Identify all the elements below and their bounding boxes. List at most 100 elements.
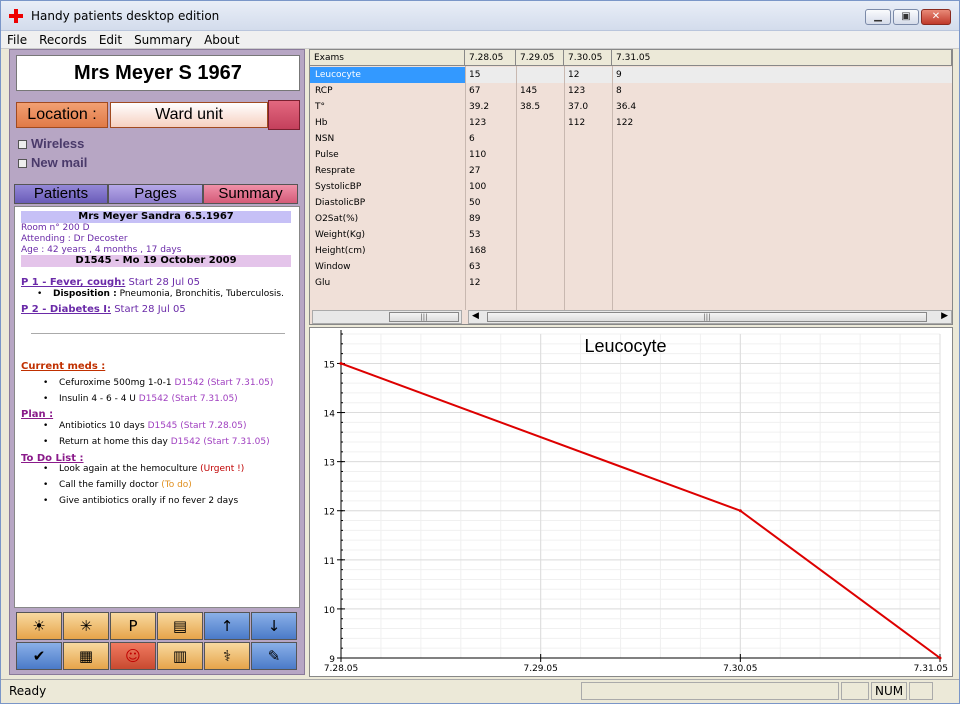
exam-value-cell[interactable] — [516, 115, 564, 131]
plan-item-2[interactable]: Return at home this day D1542 (Start 7.3… — [43, 437, 270, 448]
arrow-up-button[interactable]: ↑ — [204, 612, 250, 640]
exam-hscroll[interactable]: ||| — [312, 310, 462, 324]
exam-value-cell[interactable] — [564, 243, 612, 259]
date-column-header[interactable]: 7.31.05 — [612, 50, 952, 66]
exam-value-cell[interactable] — [516, 227, 564, 243]
exam-value-cell[interactable]: 89 — [465, 211, 516, 227]
menu-edit[interactable]: Edit — [93, 31, 128, 49]
menu-file[interactable]: File — [1, 31, 33, 49]
exam-value-cell[interactable]: 12 — [564, 67, 612, 83]
exam-value-cell[interactable] — [612, 227, 952, 243]
grid-button[interactable]: ▦ — [63, 642, 109, 670]
exam-value-cell[interactable] — [564, 163, 612, 179]
exam-value-cell[interactable]: 6 — [465, 131, 516, 147]
exam-value-cell[interactable] — [612, 147, 952, 163]
exam-value-cell[interactable] — [564, 227, 612, 243]
exam-value-cell[interactable]: 8 — [612, 83, 952, 99]
sun-button[interactable]: ☀ — [16, 612, 62, 640]
tab-summary[interactable]: Summary — [203, 184, 298, 204]
exam-row-label[interactable]: Hb — [310, 115, 465, 131]
family-button[interactable]: ▥ — [157, 642, 203, 670]
menu-records[interactable]: Records — [33, 31, 93, 49]
med-item-2[interactable]: Insulin 4 - 6 - 4 U D1542 (Start 7.31.05… — [43, 394, 238, 405]
tab-pages[interactable]: Pages — [108, 184, 203, 204]
exam-row-label[interactable]: Resprate — [310, 163, 465, 179]
plan-item-1[interactable]: Antibiotics 10 days D1545 (Start 7.28.05… — [43, 421, 246, 432]
exam-value-cell[interactable]: 112 — [564, 115, 612, 131]
exam-value-cell[interactable] — [564, 259, 612, 275]
date-column-header[interactable]: 7.29.05 — [516, 50, 564, 66]
wireless-checkbox[interactable]: Wireless — [18, 136, 84, 151]
location-button[interactable] — [268, 100, 300, 130]
exam-row-label[interactable]: Height(cm) — [310, 243, 465, 259]
exam-value-cell[interactable] — [516, 211, 564, 227]
tab-patients[interactable]: Patients — [14, 184, 108, 204]
exam-value-cell[interactable]: 53 — [465, 227, 516, 243]
exam-value-cell[interactable] — [516, 67, 564, 83]
values-hscroll[interactable]: ◀ ||| ▶ — [468, 310, 952, 324]
exam-value-cell[interactable] — [516, 195, 564, 211]
exam-value-cell[interactable] — [612, 259, 952, 275]
edit-button[interactable]: ✎ — [251, 642, 297, 670]
exam-row-label[interactable]: RCP — [310, 83, 465, 99]
exam-value-cell[interactable] — [564, 179, 612, 195]
exam-value-cell[interactable] — [516, 131, 564, 147]
exam-value-cell[interactable]: 36.4 — [612, 99, 952, 115]
exam-value-cell[interactable]: 38.5 — [516, 99, 564, 115]
checkmark-button[interactable]: ✔ — [16, 642, 62, 670]
exam-value-cell[interactable]: 63 — [465, 259, 516, 275]
exam-value-cell[interactable]: 100 — [465, 179, 516, 195]
exam-value-cell[interactable]: 50 — [465, 195, 516, 211]
todo-item-3[interactable]: Give antibiotics orally if no fever 2 da… — [43, 496, 238, 507]
exam-row-label[interactable]: SystolicBP — [310, 179, 465, 195]
arrow-down-button[interactable]: ↓ — [251, 612, 297, 640]
exam-value-cell[interactable] — [564, 211, 612, 227]
exam-value-cell[interactable]: 122 — [612, 115, 952, 131]
exam-row-label[interactable]: Weight(Kg) — [310, 227, 465, 243]
exam-value-cell[interactable]: 145 — [516, 83, 564, 99]
exam-value-cell[interactable] — [612, 243, 952, 259]
exam-value-cell[interactable] — [564, 131, 612, 147]
exam-value-cell[interactable]: 15 — [465, 67, 516, 83]
exam-value-cell[interactable]: 12 — [465, 275, 516, 291]
minimize-button[interactable]: ▁ — [865, 9, 891, 25]
scroll-left-icon[interactable]: ◀ — [472, 311, 479, 321]
exam-value-cell[interactable] — [564, 195, 612, 211]
exam-value-cell[interactable] — [612, 179, 952, 195]
exam-value-cell[interactable] — [612, 163, 952, 179]
exams-column-header[interactable]: Exams — [310, 50, 465, 66]
date-column-header[interactable]: 7.30.05 — [564, 50, 612, 66]
temperature-button[interactable]: ⚕ — [204, 642, 250, 670]
med-item-1[interactable]: Cefuroxime 500mg 1-0-1 D1542 (Start 7.31… — [43, 378, 273, 389]
exam-value-cell[interactable]: 110 — [465, 147, 516, 163]
person-button[interactable]: ☺ — [110, 642, 156, 670]
exam-row-label[interactable]: NSN — [310, 131, 465, 147]
exam-row-label[interactable]: Pulse — [310, 147, 465, 163]
parking-button[interactable]: P — [110, 612, 156, 640]
exam-value-cell[interactable]: 123 — [465, 115, 516, 131]
exam-value-cell[interactable] — [516, 163, 564, 179]
exam-value-cell[interactable] — [516, 259, 564, 275]
exam-value-cell[interactable] — [612, 195, 952, 211]
exam-value-cell[interactable]: 67 — [465, 83, 516, 99]
maximize-button[interactable]: ▣ — [893, 9, 919, 25]
exam-value-cell[interactable] — [516, 275, 564, 291]
exam-value-cell[interactable]: 9 — [612, 67, 952, 83]
exam-value-cell[interactable] — [516, 147, 564, 163]
exam-value-cell[interactable]: 39.2 — [465, 99, 516, 115]
exam-row-label[interactable]: Leucocyte — [310, 67, 465, 83]
problem-1[interactable]: P 1 - Fever, cough: Start 28 Jul 05 — [21, 277, 200, 288]
exam-value-cell[interactable] — [612, 131, 952, 147]
scroll-thumb[interactable]: ||| — [487, 312, 927, 322]
printer-button[interactable]: ▤ — [157, 612, 203, 640]
exam-value-cell[interactable]: 27 — [465, 163, 516, 179]
todo-item-2[interactable]: Call the familly doctor (To do) — [43, 480, 192, 491]
chart-button[interactable]: ✳ — [63, 612, 109, 640]
location-value[interactable]: Ward unit — [110, 102, 268, 128]
close-button[interactable]: ✕ — [921, 9, 951, 25]
exam-row-label[interactable]: Glu — [310, 275, 465, 291]
exam-value-cell[interactable] — [612, 275, 952, 291]
exam-row-label[interactable]: Window — [310, 259, 465, 275]
menu-about[interactable]: About — [198, 31, 245, 49]
problem-2[interactable]: P 2 - Diabetes I: Start 28 Jul 05 — [21, 304, 186, 315]
